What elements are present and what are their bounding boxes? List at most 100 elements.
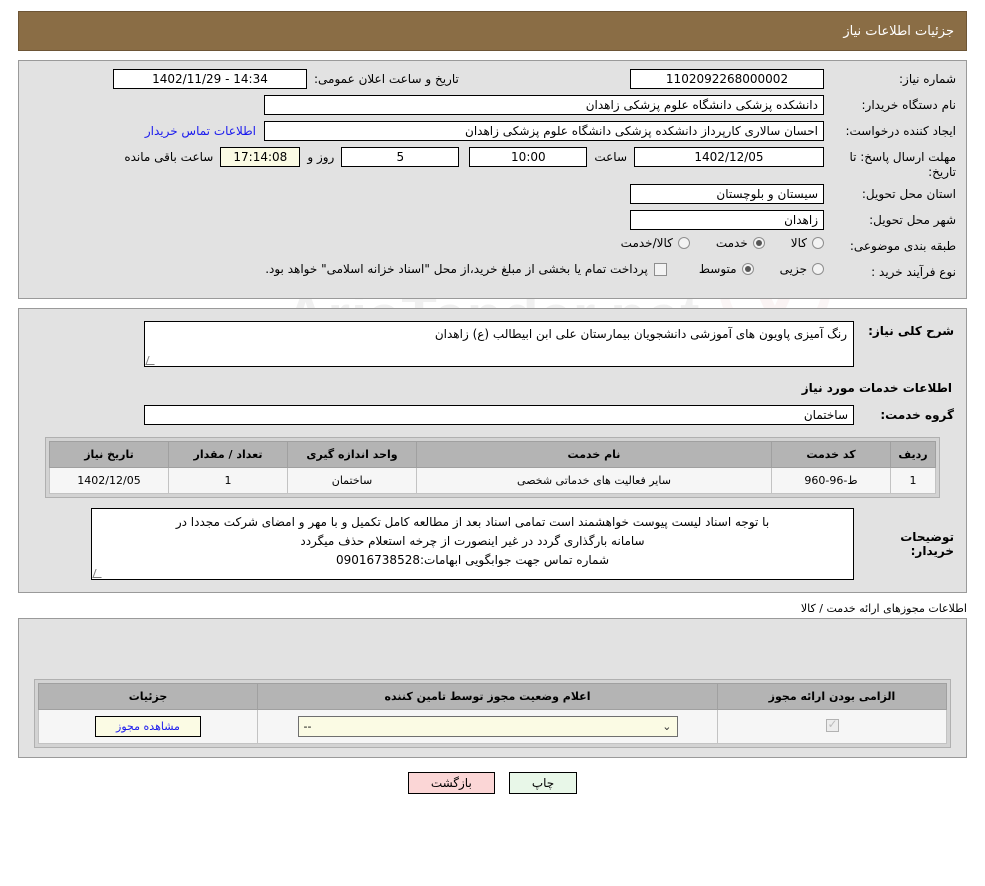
need-number-field[interactable]: 1102092268000002 — [630, 69, 824, 89]
permits-table-wrap: الزامی بودن ارائه مجوز اعلام وضعیت مجوز … — [34, 679, 951, 748]
category-option-kala-khedmat[interactable]: کالا/خدمت — [621, 236, 690, 250]
cell-unit: ساختمان — [288, 468, 417, 494]
col-name: نام خدمت — [417, 442, 772, 468]
permits-table-header-row: الزامی بودن ارائه مجوز اعلام وضعیت مجوز … — [39, 684, 947, 710]
radio-icon[interactable] — [812, 237, 824, 249]
process-option-jozei[interactable]: جزیی — [780, 262, 824, 276]
need-desc-label: شرح کلی نیاز: — [854, 321, 954, 338]
province-label: استان محل تحویل: — [824, 184, 956, 202]
permit-status-value: -- — [304, 717, 312, 737]
buyer-notes-line-2: سامانه بارگذاری گردد در غیر اینصورت از چ… — [98, 532, 847, 551]
remaining-clock-field: 17:14:08 — [220, 147, 300, 167]
payment-note-text: پرداخت تمام یا بخشی از مبلغ خرید،از محل … — [265, 262, 648, 276]
payment-note-group: پرداخت تمام یا بخشی از مبلغ خرید،از محل … — [265, 262, 667, 276]
creator-field[interactable]: احسان سالاری کارپرداز دانشکده پزشکی دانش… — [264, 121, 824, 141]
buyer-contact-link[interactable]: اطلاعات تماس خریدار — [137, 124, 264, 138]
deadline-time-field[interactable]: 10:00 — [469, 147, 587, 167]
need-details-panel: شرح کلی نیاز: رنگ آمیزی پاویون های آموزش… — [18, 308, 967, 593]
col-code: کد خدمت — [772, 442, 891, 468]
creator-label: ایجاد کننده درخواست: — [824, 121, 956, 139]
province-field[interactable]: سیستان و بلوچستان — [630, 184, 824, 204]
radio-icon[interactable] — [812, 263, 824, 275]
buyer-org-label: نام دستگاه خریدار: — [824, 95, 956, 113]
table-row: 1 ط-96-960 سایر فعالیت های خدماتی شخصی س… — [50, 468, 936, 494]
row-process: نوع فرآیند خرید : جزیی متوسط — [29, 262, 956, 284]
buyer-notes-label: توضیحات خریدار: — [854, 508, 954, 558]
row-buyer-org: نام دستگاه خریدار: دانشکده پزشکی دانشگاه… — [29, 95, 956, 117]
cell-permit-status: ⌄ -- — [258, 710, 718, 744]
deadline-date-field[interactable]: 1402/12/05 — [634, 147, 824, 167]
cell-permit-required — [718, 710, 947, 744]
time-label: ساعت — [587, 150, 634, 164]
public-announce-field[interactable]: 14:34 - 1402/11/29 — [113, 69, 307, 89]
checkbox-icon[interactable] — [654, 263, 667, 276]
radio-icon[interactable] — [742, 263, 754, 275]
radio-icon[interactable] — [753, 237, 765, 249]
col-permit-detail: جزئیات — [39, 684, 258, 710]
public-announce-label: تاریخ و ساعت اعلان عمومی: — [307, 72, 466, 86]
need-number-label: شماره نیاز: — [824, 69, 956, 87]
need-info-panel: شماره نیاز: 1102092268000002 تاریخ و ساع… — [18, 60, 967, 299]
category-option-label: کالا/خدمت — [621, 236, 673, 250]
view-permit-button[interactable]: مشاهده مجوز — [95, 716, 201, 737]
print-button[interactable]: چاپ — [509, 772, 577, 794]
permit-status-select[interactable]: ⌄ -- — [298, 716, 678, 737]
services-section-title: اطلاعات خدمات مورد نیاز — [31, 381, 954, 395]
col-qty: تعداد / مقدار — [169, 442, 288, 468]
radio-icon[interactable] — [678, 237, 690, 249]
category-option-label: خدمت — [716, 236, 748, 250]
page-header: جزئیات اطلاعات نیاز — [18, 11, 967, 51]
permit-required-checkbox-icon — [826, 719, 839, 732]
row-deadline: مهلت ارسال پاسخ: تا تاریخ: 1402/12/05 سا… — [29, 147, 956, 180]
cell-permit-detail: مشاهده مجوز — [39, 710, 258, 744]
col-permit-required: الزامی بودن ارائه مجوز — [718, 684, 947, 710]
buyer-notes-textarea[interactable]: با توجه اسناد لیست پیوست خواهشمند است تم… — [91, 508, 854, 580]
row-need-number: شماره نیاز: 1102092268000002 تاریخ و ساع… — [29, 69, 956, 91]
process-label: نوع فرآیند خرید : — [824, 262, 956, 280]
cell-code: ط-96-960 — [772, 468, 891, 494]
page-root: جزئیات اطلاعات نیاز شماره نیاز: 11020922… — [0, 11, 985, 794]
deadline-label: مهلت ارسال پاسخ: تا تاریخ: — [824, 147, 956, 180]
permits-table: الزامی بودن ارائه مجوز اعلام وضعیت مجوز … — [38, 683, 947, 744]
back-button[interactable]: بازگشت — [408, 772, 495, 794]
category-option-khedmat[interactable]: خدمت — [716, 236, 765, 250]
buyer-org-field[interactable]: دانشکده پزشکی دانشگاه علوم پزشکی زاهدان — [264, 95, 824, 115]
cell-qty: 1 — [169, 468, 288, 494]
row-need-desc: شرح کلی نیاز: رنگ آمیزی پاویون های آموزش… — [31, 321, 954, 367]
services-table-header-row: ردیف کد خدمت نام خدمت واحد اندازه گیری ت… — [50, 442, 936, 468]
chevron-down-icon: ⌄ — [662, 717, 671, 737]
city-field[interactable]: زاهدان — [630, 210, 824, 230]
cell-need-date: 1402/12/05 — [50, 468, 169, 494]
cell-radif: 1 — [891, 468, 936, 494]
category-option-label: کالا — [791, 236, 807, 250]
row-province: استان محل تحویل: سیستان و بلوچستان — [29, 184, 956, 206]
permits-section-note: اطلاعات مجوزهای ارائه خدمت / کالا — [18, 602, 967, 615]
process-option-label: جزیی — [780, 262, 807, 276]
page-title: جزئیات اطلاعات نیاز — [843, 24, 966, 39]
cell-name: سایر فعالیت های خدماتی شخصی — [417, 468, 772, 494]
category-radio-group: کالا خدمت کالا/خدمت — [595, 236, 824, 250]
row-creator: ایجاد کننده درخواست: احسان سالاری کارپرد… — [29, 121, 956, 143]
col-permit-status: اعلام وضعیت مجوز توسط تامین کننده — [258, 684, 718, 710]
city-label: شهر محل تحویل: — [824, 210, 956, 228]
services-table: ردیف کد خدمت نام خدمت واحد اندازه گیری ت… — [49, 441, 936, 494]
remaining-label: ساعت باقی مانده — [117, 150, 220, 164]
permits-panel: الزامی بودن ارائه مجوز اعلام وضعیت مجوز … — [18, 618, 967, 758]
process-option-motavaset[interactable]: متوسط — [699, 262, 754, 276]
need-desc-textarea[interactable]: رنگ آمیزی پاویون های آموزشی دانشجویان بی… — [144, 321, 854, 367]
services-table-wrap: ردیف کد خدمت نام خدمت واحد اندازه گیری ت… — [45, 437, 940, 498]
category-option-kala[interactable]: کالا — [791, 236, 824, 250]
category-label: طبقه بندی موضوعی: — [824, 236, 956, 254]
col-unit: واحد اندازه گیری — [288, 442, 417, 468]
col-need-date: تاریخ نیاز — [50, 442, 169, 468]
buyer-notes-line-1: با توجه اسناد لیست پیوست خواهشمند است تم… — [98, 513, 847, 532]
remaining-days-field: 5 — [341, 147, 459, 167]
col-radif: ردیف — [891, 442, 936, 468]
footer-actions: بازگشت چاپ — [0, 772, 985, 794]
service-group-field[interactable]: ساختمان — [144, 405, 854, 425]
days-label: روز و — [300, 150, 341, 164]
row-service-group: گروه خدمت: ساختمان — [31, 405, 954, 425]
process-option-label: متوسط — [699, 262, 737, 276]
row-city: شهر محل تحویل: زاهدان — [29, 210, 956, 232]
row-buyer-notes: توضیحات خریدار: با توجه اسناد لیست پیوست… — [31, 508, 954, 580]
